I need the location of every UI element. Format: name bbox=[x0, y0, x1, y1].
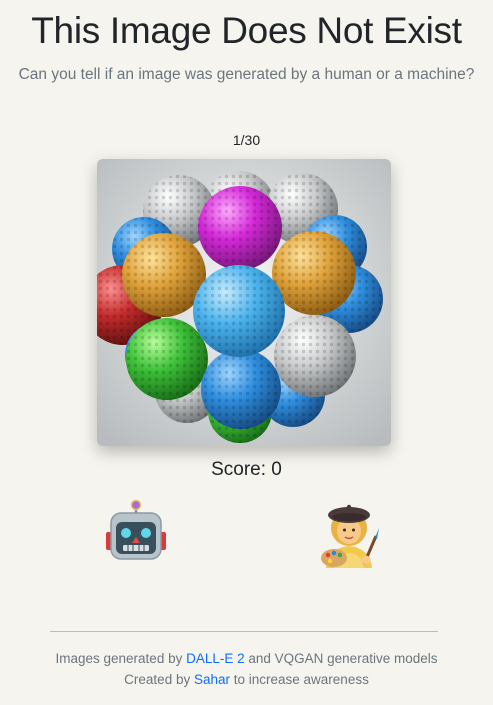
dalle2-link[interactable]: DALL-E 2 bbox=[186, 651, 245, 666]
artist-button[interactable] bbox=[316, 498, 386, 568]
footer-credits-models: Images generated by DALL-E 2 and VQGAN g… bbox=[0, 651, 493, 666]
footer-text: to increase awareness bbox=[230, 672, 369, 687]
robot-button[interactable] bbox=[101, 498, 171, 568]
footer-divider bbox=[50, 631, 438, 632]
page-subtitle: Can you tell if an image was generated b… bbox=[18, 66, 475, 83]
robot-icon bbox=[106, 499, 166, 560]
artist-icon bbox=[321, 504, 379, 568]
footer-text: Images generated by bbox=[55, 651, 187, 666]
footer-text: and VQGAN generative models bbox=[244, 651, 438, 666]
image-counter: 1/30 bbox=[232, 132, 261, 148]
generated-image bbox=[97, 159, 391, 446]
page-title: This Image Does Not Exist bbox=[31, 10, 462, 51]
golf-balls-image bbox=[97, 159, 391, 446]
author-link[interactable]: Sahar bbox=[194, 672, 230, 687]
footer-text: Created by bbox=[124, 672, 194, 687]
score-label: Score: 0 bbox=[211, 459, 282, 480]
footer-credits-author: Created by Sahar to increase awareness bbox=[0, 672, 493, 687]
